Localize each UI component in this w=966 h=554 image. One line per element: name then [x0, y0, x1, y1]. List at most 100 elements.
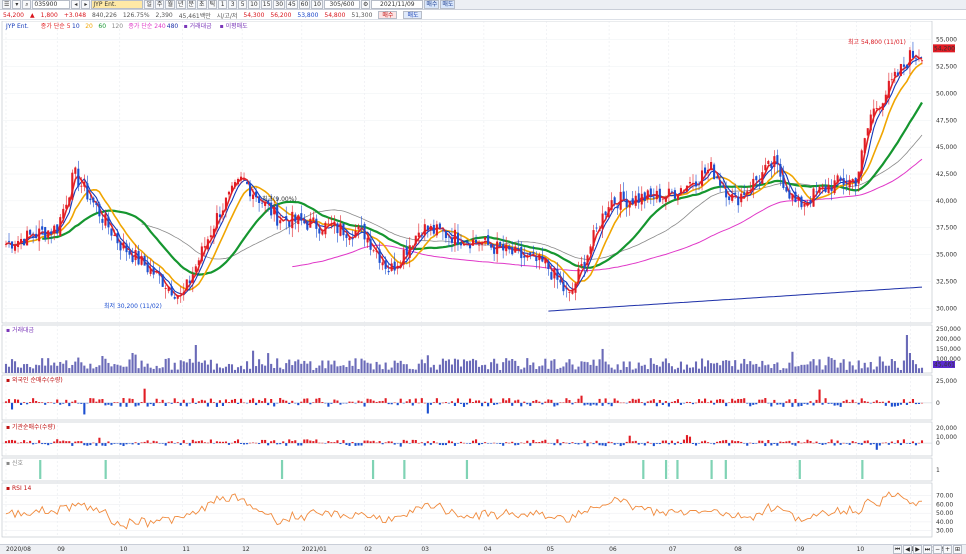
period-button-6[interactable]: 틱	[207, 0, 218, 9]
period-button-9[interactable]: 5	[238, 0, 248, 9]
net-bar	[556, 402, 559, 406]
menu-icon[interactable]: ☰	[2, 0, 12, 9]
buy-button[interactable]: 매수	[424, 0, 440, 9]
period-button-14[interactable]: 60	[298, 0, 311, 9]
net-bar	[236, 402, 240, 404]
net-bar	[664, 401, 667, 403]
volume-bar	[911, 360, 915, 373]
period-button-5[interactable]: 초	[197, 0, 207, 9]
legend-item: 60	[98, 23, 106, 30]
net-bar	[200, 399, 203, 403]
period-button-10[interactable]: 10	[248, 0, 260, 9]
prev-page-icon[interactable]: ◀	[903, 545, 912, 554]
net-bar	[13, 399, 17, 403]
chart-canvas[interactable]: JYP Ent. 종가 단순 5 10 20 60 120 종가 단순 240 480 ▪ 거래…	[0, 21, 966, 543]
net-bar	[29, 402, 32, 403]
period-button-3[interactable]: 년	[175, 0, 186, 9]
fit-icon[interactable]: ⊞	[953, 545, 962, 554]
net-bar	[318, 397, 321, 403]
volume-bar	[752, 364, 755, 373]
period-button-1[interactable]: 주	[154, 0, 165, 9]
net-bar	[625, 441, 628, 444]
settings-icon[interactable]: ⚙	[360, 0, 371, 9]
period-button-8[interactable]: 3	[228, 0, 238, 9]
quote-sell-button[interactable]: 매도	[403, 11, 423, 19]
net-bar	[752, 402, 755, 405]
volume-bar	[667, 363, 670, 373]
candle-body	[221, 210, 224, 215]
candle-body	[848, 179, 851, 188]
net-bar	[336, 440, 339, 444]
candle-body	[143, 255, 146, 266]
dropdown-icon[interactable]: ▾	[12, 0, 22, 9]
net-bar	[616, 400, 619, 403]
period-button-7[interactable]: 1	[218, 0, 228, 9]
volume-bar	[682, 369, 686, 373]
net-bar	[830, 402, 833, 404]
first-page-icon[interactable]: ⏮	[893, 545, 902, 554]
net-bar	[842, 442, 845, 444]
price-axis-label: 45,000	[936, 144, 957, 151]
net-bar	[29, 440, 32, 444]
date-field[interactable]: 2021/11/09	[371, 0, 424, 9]
search-icon[interactable]: ⌕	[22, 0, 32, 9]
period-button-11[interactable]: 15	[260, 0, 273, 9]
net-bar	[749, 402, 752, 407]
net-bar	[487, 402, 490, 407]
candle-body	[619, 191, 622, 210]
zoom-out-icon[interactable]: −	[933, 545, 942, 554]
volume-bar	[815, 365, 818, 373]
volume-bar	[785, 368, 788, 373]
period-button-2[interactable]: 월	[165, 0, 175, 9]
net-bar	[468, 443, 472, 444]
volume-bar	[893, 361, 896, 373]
stock-code-input[interactable]: 035900	[32, 0, 71, 9]
volume-bar	[746, 364, 749, 373]
net-bar	[586, 402, 589, 405]
x-axis-label: 09	[57, 546, 65, 553]
period-button-0[interactable]: 일	[144, 0, 154, 9]
zoom-in-icon[interactable]: +	[943, 545, 952, 554]
net-bar	[770, 402, 773, 407]
candle-body	[845, 183, 848, 185]
net-bar	[252, 442, 255, 444]
candle-body	[363, 223, 366, 240]
last-page-icon[interactable]: ⏭	[923, 545, 932, 554]
net-bar	[372, 400, 375, 403]
net-bar	[330, 402, 333, 404]
candle-body	[797, 197, 800, 200]
net-bar	[59, 441, 62, 444]
volume-bar	[556, 368, 559, 373]
volume-bar	[191, 362, 194, 373]
candle-body	[246, 181, 249, 184]
volume-bar	[616, 364, 619, 373]
net-bar	[456, 443, 460, 444]
period-button-13[interactable]: 45	[286, 0, 298, 9]
quote-buy-button[interactable]: 매수	[378, 11, 398, 19]
volume-axis-label: 200,000	[936, 336, 961, 343]
volume-bar	[459, 366, 463, 373]
net-bar	[32, 398, 35, 403]
period-button-12[interactable]: 30	[273, 0, 286, 9]
net-bar	[345, 402, 348, 404]
candle-body	[863, 138, 866, 154]
stock-name-field[interactable]: JYP Ent.	[91, 0, 144, 9]
volume-bar	[806, 364, 809, 373]
price-axis-label: 40,000	[936, 198, 957, 205]
volume-bar	[643, 364, 646, 373]
net-bar	[128, 398, 131, 403]
net-bar	[565, 398, 568, 403]
net-bar	[327, 441, 330, 444]
volume-bar	[312, 369, 315, 373]
prev-stock-icon[interactable]: ◂	[71, 0, 81, 9]
volume-bar	[866, 367, 869, 373]
sell-button[interactable]: 매도	[440, 0, 456, 9]
next-stock-icon[interactable]: ▸	[81, 0, 91, 9]
period-button-15[interactable]: 10	[311, 0, 323, 9]
net-bar	[312, 402, 315, 403]
volume-bar	[173, 362, 176, 373]
period-button-4[interactable]: 분	[186, 0, 197, 9]
play-icon[interactable]: ▶	[913, 545, 922, 554]
net-bar	[366, 398, 369, 403]
data-count-field[interactable]: 305/600	[323, 0, 360, 9]
